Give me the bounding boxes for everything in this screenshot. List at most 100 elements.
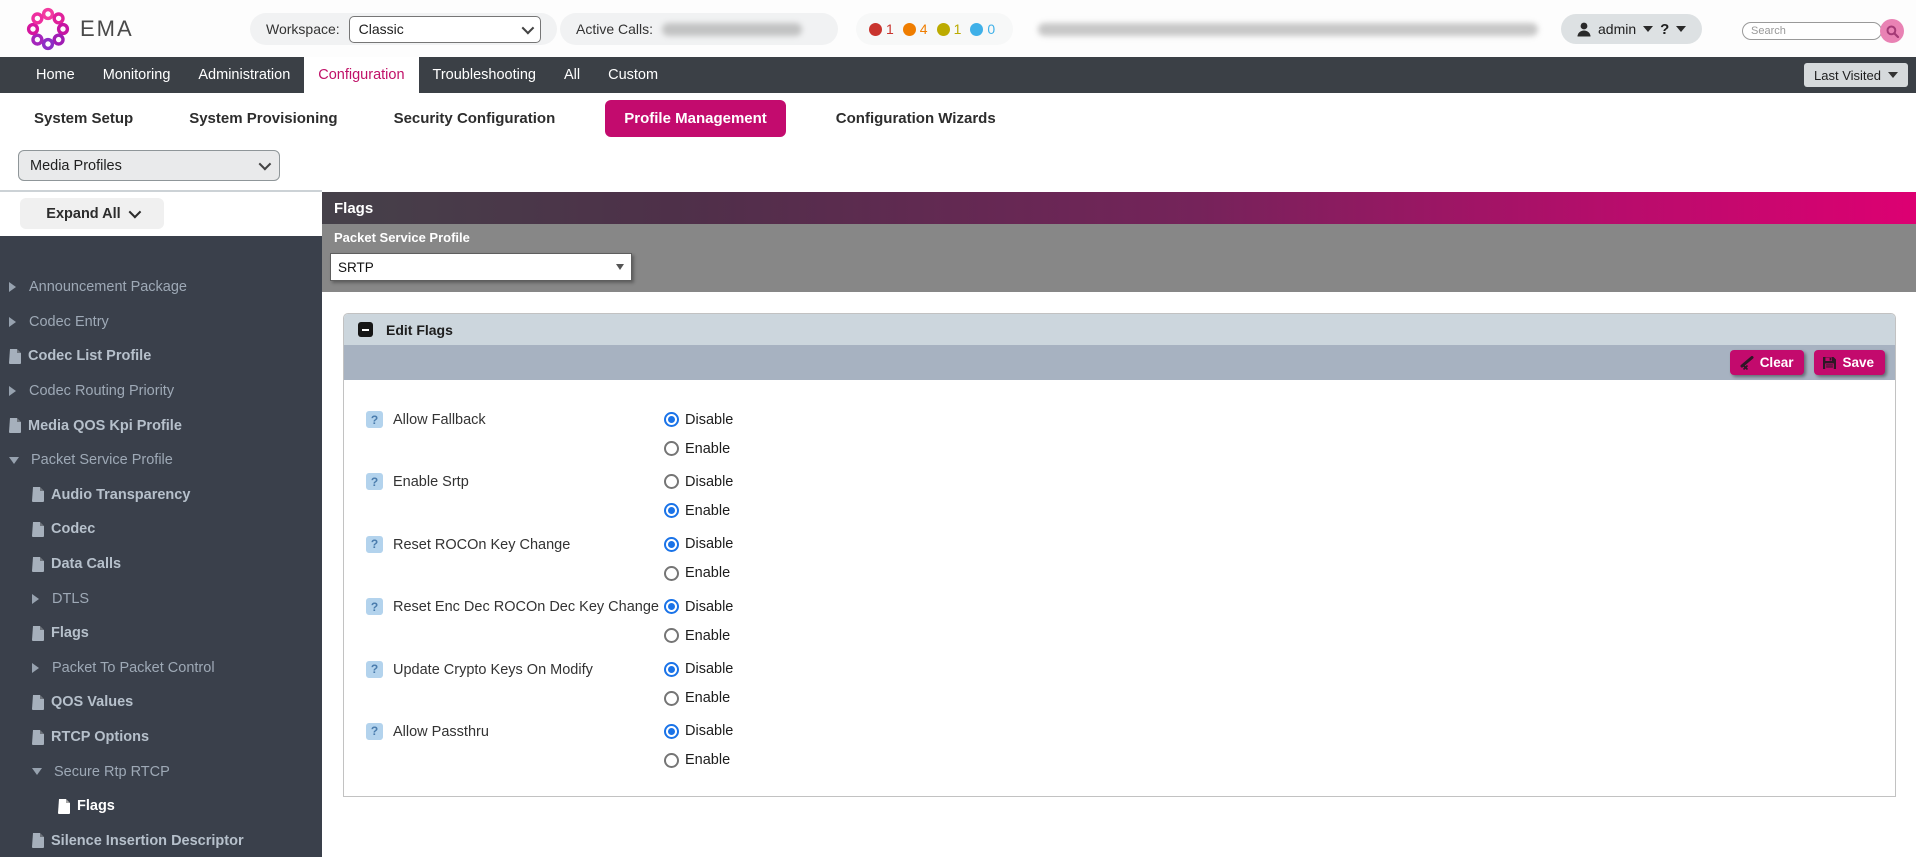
nav-item-custom[interactable]: Custom [594,57,672,93]
help-icon[interactable]: ? [366,411,383,428]
nav-item-home[interactable]: Home [22,57,89,93]
radio-button[interactable] [664,691,679,706]
nav-item-monitoring[interactable]: Monitoring [89,57,185,93]
tree-collapsed-arrow-icon[interactable] [9,282,16,292]
tree-item-flags[interactable]: Flags [0,616,322,651]
tree-item-codec[interactable]: Codec [0,512,322,547]
tree-item-packet-service-profile[interactable]: Packet Service Profile [0,443,322,478]
radio-option-enable[interactable]: Enable [664,684,733,713]
radio-option-enable[interactable]: Enable [664,434,733,463]
tree-expanded-arrow-icon[interactable] [9,457,19,464]
app-name: EMA [80,16,134,42]
help-menu-label[interactable]: ? [1660,21,1669,38]
tree-item-rtcp-options[interactable]: RTCP Options [0,720,322,755]
tree-item-qos-values[interactable]: QOS Values [0,685,322,720]
tree-expanded-arrow-icon[interactable] [32,768,42,775]
radio-button[interactable] [664,474,679,489]
radio-button[interactable] [664,628,679,643]
user-icon [1577,22,1591,37]
packet-service-profile-select[interactable]: SRTP [330,253,632,281]
field-row-allow-fallback: ?Allow FallbackDisableEnable [366,405,1895,463]
tree-item-codec-list-profile[interactable]: Codec List Profile [0,339,322,374]
tree-item-media-qos-kpi-profile[interactable]: Media QOS Kpi Profile [0,408,322,443]
nav-item-configuration[interactable]: Configuration [304,57,418,93]
help-icon[interactable]: ? [366,473,383,490]
clear-button[interactable]: Clear [1730,350,1805,375]
tree-item-label: RTCP Options [51,729,149,745]
subnav-item-configuration-wizards[interactable]: Configuration Wizards [830,100,1002,137]
subnav-item-system-setup[interactable]: System Setup [28,100,139,137]
tree-collapsed-arrow-icon[interactable] [9,386,16,396]
dropdown-arrow-icon [616,264,624,270]
radio-option-enable[interactable]: Enable [664,559,733,588]
alarm-count-major: 4 [920,21,928,37]
tree-item-silence-insertion-descriptor[interactable]: Silence Insertion Descriptor [0,824,322,857]
help-icon[interactable]: ? [366,661,383,678]
tree-item-codec-entry[interactable]: Codec Entry [0,305,322,340]
help-icon[interactable]: ? [366,723,383,740]
search-input[interactable] [1742,22,1882,40]
radio-option-disable[interactable]: Disable [664,405,733,434]
alarm-status-pill[interactable]: 1410 [856,13,1013,45]
radio-option-label: Disable [685,661,733,677]
tree-item-dtls[interactable]: DTLS [0,581,322,616]
expand-all-button[interactable]: Expand All [20,198,164,229]
radio-button[interactable] [664,599,679,614]
tree-item-data-calls[interactable]: Data Calls [0,547,322,582]
collapse-icon[interactable] [358,322,373,337]
tree-item-packet-to-packet-control[interactable]: Packet To Packet Control [0,651,322,686]
tree-collapsed-arrow-icon[interactable] [32,594,39,604]
tree-collapsed-arrow-icon[interactable] [9,317,16,327]
alarm-count-info: 0 [987,21,995,37]
user-name: admin [1598,21,1636,37]
radio-button[interactable] [664,537,679,552]
radio-option-enable[interactable]: Enable [664,496,733,525]
tree-item-audio-transparency[interactable]: Audio Transparency [0,478,322,513]
radio-option-disable[interactable]: Disable [664,467,733,496]
last-visited-button[interactable]: Last Visited [1804,63,1908,87]
subnav-item-security-configuration[interactable]: Security Configuration [388,100,562,137]
tree-item-flags[interactable]: Flags [0,789,322,824]
nav-item-administration[interactable]: Administration [184,57,304,93]
page-title-bar: Flags [322,192,1916,224]
save-button[interactable]: Save [1814,350,1885,375]
radio-option-disable[interactable]: Disable [664,717,733,746]
nav-item-troubleshooting[interactable]: Troubleshooting [419,57,550,93]
chevron-down-icon[interactable] [1643,26,1653,32]
radio-option-disable[interactable]: Disable [664,655,733,684]
field-label: Allow Passthru [393,717,664,775]
radio-option-enable[interactable]: Enable [664,621,733,650]
subnav-item-profile-management[interactable]: Profile Management [605,100,786,137]
radio-option-disable[interactable]: Disable [664,592,733,621]
divider [0,190,322,192]
tree-collapsed-arrow-icon[interactable] [32,663,39,673]
radio-button[interactable] [664,412,679,427]
subnav-item-system-provisioning[interactable]: System Provisioning [183,100,343,137]
file-icon [32,730,45,745]
tree-item-secure-rtp-rtcp[interactable]: Secure Rtp RTCP [0,754,322,789]
tree-item-announcement-package[interactable]: Announcement Package [0,270,322,305]
field-row-allow-passthru: ? Allow PassthruDisableEnable [366,717,1895,775]
radio-option-enable[interactable]: Enable [664,746,733,775]
chevron-down-icon[interactable] [1676,26,1686,32]
edit-flags-form: ?Allow FallbackDisableEnable?Enable Srtp… [344,380,1895,775]
workspace-select[interactable]: Classic [349,16,541,43]
radio-option-label: Disable [685,599,733,615]
radio-button[interactable] [664,441,679,456]
help-icon[interactable]: ? [366,536,383,553]
user-menu[interactable]: admin ? [1561,14,1702,44]
nav-item-all[interactable]: All [550,57,594,93]
radio-button[interactable] [664,662,679,677]
radio-button[interactable] [664,753,679,768]
file-icon [32,695,45,710]
help-icon[interactable]: ? [366,598,383,615]
radio-button[interactable] [664,724,679,739]
radio-button[interactable] [664,503,679,518]
radio-button[interactable] [664,566,679,581]
page-title: Flags [334,200,373,217]
search-button[interactable] [1880,19,1904,43]
radio-option-disable[interactable]: Disable [664,530,733,559]
radio-option-label: Enable [685,503,730,519]
profile-type-select[interactable]: Media Profiles [18,150,280,181]
tree-item-codec-routing-priority[interactable]: Codec Routing Priority [0,374,322,409]
